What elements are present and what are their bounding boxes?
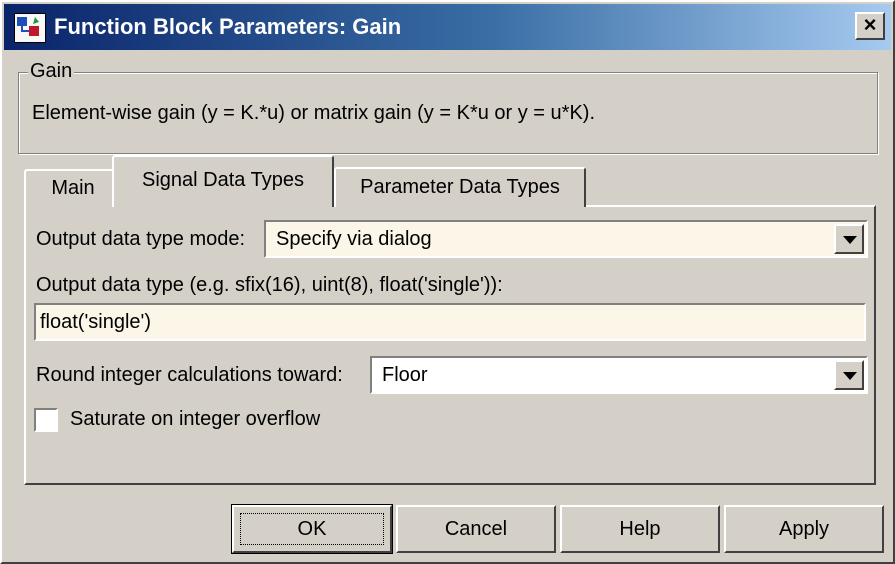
chevron-down-icon (843, 236, 857, 244)
round-value: Floor (382, 364, 428, 386)
output-type-label: Output data type (e.g. sfix(16), uint(8)… (36, 274, 503, 296)
title-bar[interactable]: Function Block Parameters: Gain × (4, 4, 891, 50)
tab-parameter-data-types[interactable]: Parameter Data Types (334, 167, 586, 207)
apply-label: Apply (778, 518, 830, 540)
simulink-block-icon (14, 13, 46, 43)
round-dropdown[interactable]: Floor (370, 356, 868, 394)
ok-button[interactable]: OK (231, 504, 393, 554)
round-dropdown-button[interactable] (834, 360, 864, 390)
output-mode-label: Output data type mode: (36, 228, 246, 250)
round-label: Round integer calculations toward: (36, 364, 343, 386)
output-type-value: float('single') (40, 311, 152, 333)
close-button[interactable]: × (855, 12, 885, 40)
groupbox-title: Gain (28, 60, 75, 83)
block-description: Element-wise gain (y = K.*u) or matrix g… (32, 102, 595, 124)
output-type-field[interactable]: float('single') (34, 303, 866, 341)
output-mode-dropdown-button[interactable] (834, 224, 864, 254)
help-label: Help (619, 518, 661, 540)
saturate-label[interactable]: Saturate on integer overflow (70, 408, 320, 431)
saturate-checkbox[interactable] (34, 408, 58, 432)
cancel-button[interactable]: Cancel (396, 505, 556, 553)
apply-button[interactable]: Apply (724, 505, 884, 553)
help-button[interactable]: Help (560, 505, 720, 553)
window-title: Function Block Parameters: Gain (54, 14, 402, 39)
tab-main[interactable]: Main (24, 169, 122, 207)
cancel-label: Cancel (444, 518, 508, 540)
tab-signal-data-types[interactable]: Signal Data Types (112, 155, 334, 207)
output-mode-dropdown[interactable]: Specify via dialog (264, 220, 868, 258)
output-mode-value: Specify via dialog (276, 228, 432, 250)
chevron-down-icon (843, 372, 857, 380)
focus-rectangle (240, 513, 384, 545)
close-icon: × (863, 12, 877, 37)
